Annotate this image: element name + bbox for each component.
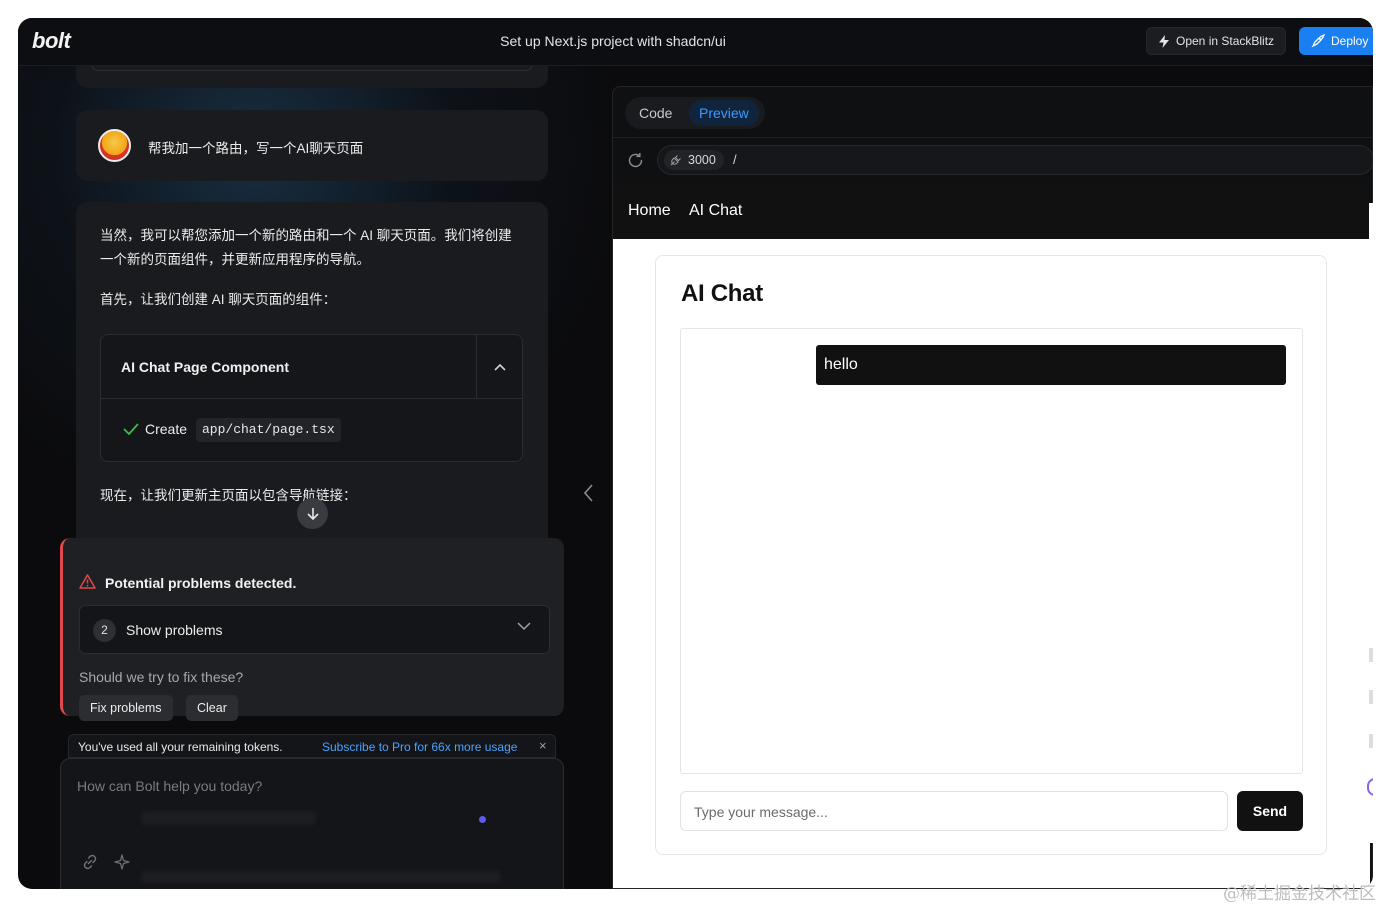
site-navbar: Home AI Chat xyxy=(613,183,1370,239)
artifact-header[interactable]: AI Chat Page Component xyxy=(101,335,522,399)
previous-message-card xyxy=(76,66,548,88)
prompt-placeholder: How can Bolt help you today? xyxy=(77,778,263,794)
warning-icon xyxy=(79,574,96,589)
subscribe-pro-link[interactable]: Subscribe to Pro for 66x more usage xyxy=(322,740,517,754)
open-stackblitz-label: Open in StackBlitz xyxy=(1176,34,1275,48)
check-icon xyxy=(123,423,139,435)
app-window: bolt Set up Next.js project with shadcn/… xyxy=(18,18,1373,889)
port-selector[interactable]: 3000 xyxy=(664,150,724,170)
token-banner: You've used all your remaining tokens. S… xyxy=(68,734,556,758)
open-stackblitz-button[interactable]: Open in StackBlitz xyxy=(1146,27,1287,55)
chevron-left-icon[interactable] xyxy=(584,484,594,502)
prompt-input[interactable]: How can Bolt help you today? xyxy=(60,758,564,889)
fix-question: Should we try to fix these? xyxy=(79,669,244,685)
arrow-down-icon xyxy=(306,507,319,520)
workbench-panel: Code Preview 3000 / Home AI Chat AI Chat… xyxy=(612,86,1373,889)
blurred-footer xyxy=(141,871,501,883)
refresh-icon[interactable] xyxy=(627,152,644,169)
blurred-suggestion xyxy=(141,811,316,825)
artifact-panel: AI Chat Page Component Create app/chat/p… xyxy=(100,334,523,462)
chevron-down-icon xyxy=(517,622,531,631)
link-icon[interactable] xyxy=(81,853,99,871)
sparkle-icon[interactable] xyxy=(113,853,131,871)
user-message-text: 帮我加一个路由，写一个AI聊天页面 xyxy=(148,141,364,156)
close-icon[interactable]: × xyxy=(539,738,547,753)
tab-preview[interactable]: Preview xyxy=(689,100,759,126)
preview-url-bar[interactable]: 3000 / xyxy=(657,145,1372,175)
toolbar-divider xyxy=(613,137,1372,138)
artifact-action-label: Create xyxy=(145,421,188,437)
deploy-label: Deploy xyxy=(1331,34,1369,48)
fix-problems-button[interactable]: Fix problems xyxy=(79,695,173,721)
side-toolbar-item[interactable] xyxy=(1369,690,1373,704)
file-path-chip[interactable]: app/chat/page.tsx xyxy=(196,418,341,442)
plug-icon xyxy=(670,155,681,166)
nav-ai-chat-link[interactable]: AI Chat xyxy=(689,202,742,220)
ai-paragraph-2: 首先，让我们创建 AI 聊天页面的组件： xyxy=(100,292,337,307)
status-dot xyxy=(479,816,486,823)
clear-button[interactable]: Clear xyxy=(186,695,238,721)
top-bar: bolt Set up Next.js project with shadcn/… xyxy=(18,18,1373,66)
artifact-title: AI Chat Page Component xyxy=(121,359,290,375)
message-list: hello xyxy=(680,328,1303,774)
artifact-collapse-toggle[interactable] xyxy=(476,335,522,399)
chevron-up-icon xyxy=(493,363,506,371)
port-number: 3000 xyxy=(688,153,716,167)
ai-paragraph-1: 当然，我可以帮您添加一个新的路由和一个 AI 聊天页面。我们将创建一个新的页面组… xyxy=(100,228,512,267)
side-toolbar-item[interactable] xyxy=(1369,734,1373,748)
problem-count-badge: 2 xyxy=(93,619,116,642)
preview-frame: Home AI Chat AI Chat hello Type your mes… xyxy=(613,183,1370,888)
avatar xyxy=(98,129,131,162)
show-problems-label: Show problems xyxy=(126,622,223,638)
scroll-down-button[interactable] xyxy=(297,498,328,529)
lightning-icon xyxy=(1159,34,1169,48)
problems-title: Potential problems detected. xyxy=(105,575,297,591)
user-message-card: 帮我加一个路由，写一个AI聊天页面 xyxy=(76,110,548,181)
nav-home-link[interactable]: Home xyxy=(628,202,671,220)
watermark: @稀土掘金技术社区 xyxy=(1223,884,1376,904)
rocket-icon xyxy=(1311,34,1325,48)
message-input[interactable]: Type your message... xyxy=(680,791,1228,831)
deploy-button[interactable]: Deploy xyxy=(1299,27,1373,55)
view-tabs: Code Preview xyxy=(625,97,765,129)
previous-artifact-edge xyxy=(92,66,532,71)
chat-page-title: AI Chat xyxy=(681,280,763,307)
problems-alert: Potential problems detected. 2 Show prob… xyxy=(60,538,564,721)
side-toolbar-item[interactable] xyxy=(1369,648,1373,662)
message-input-placeholder: Type your message... xyxy=(694,804,828,820)
show-problems-toggle[interactable]: 2 Show problems xyxy=(79,605,550,654)
chat-card: AI Chat hello Type your message... Send xyxy=(655,255,1327,855)
project-title: Set up Next.js project with shadcn/ui xyxy=(500,33,726,49)
token-message: You've used all your remaining tokens. xyxy=(78,740,283,754)
tab-code[interactable]: Code xyxy=(639,105,672,121)
send-button[interactable]: Send xyxy=(1237,791,1303,831)
url-path: / xyxy=(733,152,737,167)
user-chat-bubble: hello xyxy=(816,345,1286,385)
